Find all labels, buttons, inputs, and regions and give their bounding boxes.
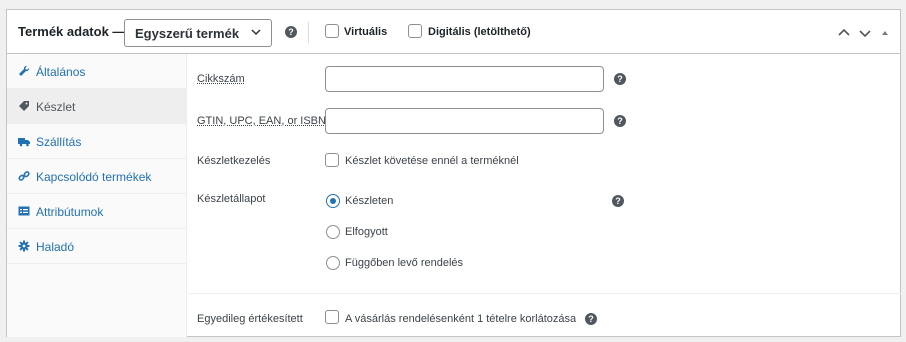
link-icon bbox=[18, 171, 30, 181]
list-card-icon bbox=[18, 206, 30, 216]
tab-shipping-label: Szállítás bbox=[36, 135, 82, 149]
stock-status-radio-backorder[interactable] bbox=[326, 256, 340, 270]
product-data-panel: Termék adatok — Egyszerű termék ? Virtuá… bbox=[6, 9, 901, 337]
section-divider bbox=[188, 293, 901, 294]
tab-attributes[interactable]: Attribútumok bbox=[7, 194, 187, 229]
chevron-up-icon[interactable] bbox=[837, 26, 851, 40]
stock-status-option-instock[interactable]: Készleten bbox=[345, 195, 393, 207]
chevron-down-icon bbox=[251, 29, 261, 36]
tab-general-label: Általános bbox=[36, 65, 86, 79]
wrench-icon bbox=[19, 65, 30, 76]
sold-individually-checkbox-label[interactable]: A vásárlás rendelésenként 1 tételre korl… bbox=[345, 313, 576, 325]
tab-advanced-label: Haladó bbox=[36, 240, 75, 254]
manage-stock-checkbox-label[interactable]: Készlet követése ennél a terméknél bbox=[345, 155, 519, 167]
truck-icon bbox=[18, 138, 30, 147]
sold-individually-checkbox[interactable] bbox=[325, 310, 339, 324]
product-type-select[interactable]: Egyszerű termék bbox=[124, 19, 272, 47]
stock-status-option-backorder[interactable]: Függőben levő rendelés bbox=[345, 257, 463, 269]
collapse-arrow-icon[interactable] bbox=[880, 28, 890, 38]
product-data-title: Termék adatok — bbox=[18, 24, 126, 39]
downloadable-label[interactable]: Digitális (letölthető) bbox=[428, 26, 531, 38]
stock-status-radio-outofstock[interactable] bbox=[326, 225, 340, 239]
help-icon[interactable]: ? bbox=[285, 26, 297, 38]
gear-icon bbox=[18, 240, 30, 252]
manage-stock-label: Készletkezelés bbox=[197, 155, 271, 167]
help-icon[interactable]: ? bbox=[612, 195, 624, 207]
tab-advanced[interactable]: Haladó bbox=[7, 229, 187, 264]
tab-inventory-label: Készlet bbox=[36, 100, 76, 114]
gtin-input[interactable] bbox=[325, 108, 604, 134]
stock-status-label: Készletállapot bbox=[197, 193, 266, 205]
product-data-tabs: Általános Készlet Szállítás Kapcsolódó t… bbox=[7, 54, 187, 337]
help-icon[interactable]: ? bbox=[614, 73, 626, 85]
help-icon[interactable]: ? bbox=[614, 115, 626, 127]
tab-linked-products[interactable]: Kapcsolódó termékek bbox=[7, 159, 187, 194]
product-data-header: Termék adatok — Egyszerű termék ? Virtuá… bbox=[7, 10, 900, 54]
panel-controls bbox=[833, 24, 890, 40]
tab-inventory[interactable]: Készlet bbox=[7, 89, 187, 124]
tab-attributes-label: Attribútumok bbox=[36, 205, 104, 219]
tab-linked-products-label: Kapcsolódó termékek bbox=[36, 170, 152, 184]
tab-general[interactable]: Általános bbox=[7, 54, 187, 89]
manage-stock-checkbox[interactable] bbox=[325, 153, 339, 167]
tab-shipping[interactable]: Szállítás bbox=[7, 124, 187, 159]
sku-label: Cikkszám bbox=[197, 73, 245, 85]
inventory-tag-icon bbox=[19, 101, 29, 111]
gtin-label: GTIN, UPC, EAN, or ISBN bbox=[197, 115, 326, 127]
header-separator bbox=[308, 22, 309, 43]
downloadable-checkbox[interactable] bbox=[408, 24, 422, 38]
sku-input[interactable] bbox=[325, 66, 604, 92]
virtual-label[interactable]: Virtuális bbox=[344, 26, 387, 38]
chevron-down-icon[interactable] bbox=[858, 26, 872, 40]
product-type-value: Egyszerű termék bbox=[135, 26, 240, 41]
virtual-checkbox[interactable] bbox=[325, 24, 339, 38]
stock-status-option-outofstock[interactable]: Elfogyott bbox=[345, 226, 388, 238]
sold-individually-label: Egyedileg értékesített bbox=[197, 313, 303, 325]
help-icon[interactable]: ? bbox=[585, 313, 597, 325]
stock-status-radio-instock[interactable] bbox=[326, 194, 340, 208]
